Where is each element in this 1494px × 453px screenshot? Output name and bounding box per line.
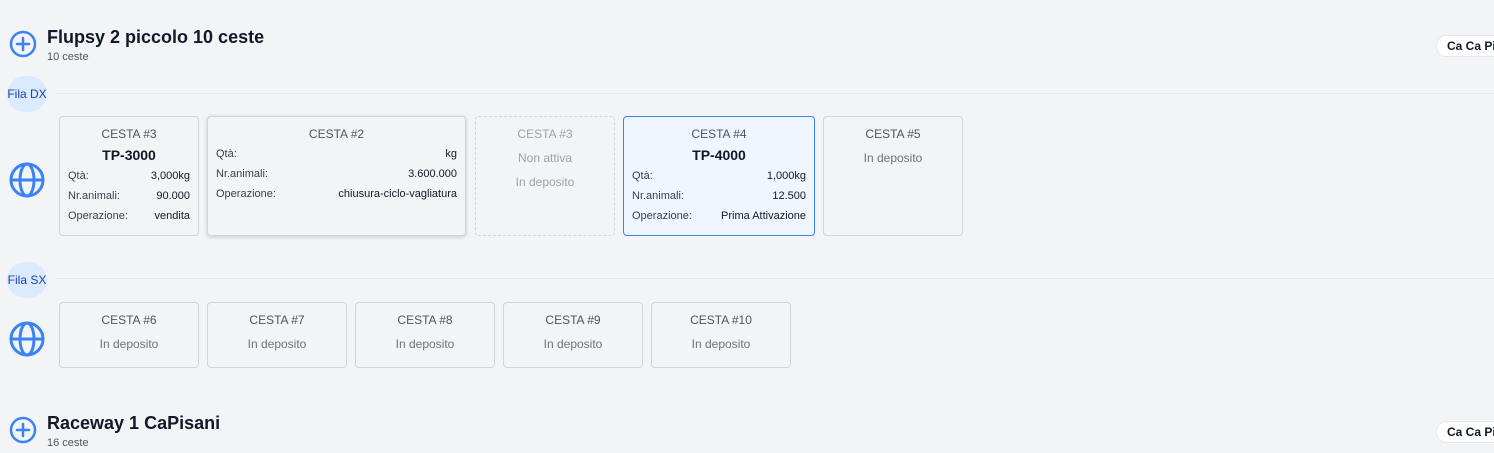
animals-label: Nr.animali: [68,190,120,202]
basket-status: In deposito [99,337,159,351]
row-divider [56,278,1494,279]
qty-value: 3,000kg [150,170,190,182]
basket-card[interactable]: CESTA #10 In deposito [651,302,791,368]
basket-status: In deposito [543,337,603,351]
animals-value: 12.500 [772,190,806,202]
basket-status: Non attiva [517,151,573,165]
basket-card[interactable]: CESTA #8 In deposito [355,302,495,368]
basket-status: In deposito [395,337,455,351]
raceway-title: Raceway 1 CaPisani [47,413,221,433]
operation-value: chiusura-ciclo-vagliatura [338,188,457,200]
animals-label: Nr.animali: [216,168,268,180]
animals-label: Nr.animali: [632,190,684,202]
basket-title: CESTA #2 [308,127,365,141]
basket-card-inactive[interactable]: CESTA #3 Non attiva In deposito [475,116,615,236]
operation-value: Prima Attivazione [721,210,806,222]
row-divider [56,93,1494,94]
plus-circle-icon[interactable] [9,416,37,444]
basket-card[interactable]: CESTA #5 In deposito [823,116,963,236]
basket-card-selected[interactable]: CESTA #4 TP-4000 Qtà: 1,000kg Nr.animali:… [623,116,815,236]
row-label-dx: Fila DX [7,76,47,112]
basket-title: CESTA #5 [865,127,921,141]
flupsy-title: Flupsy 2 piccolo 10 ceste [47,27,265,47]
basket-title: CESTA #7 [249,313,305,327]
globe-icon[interactable] [8,320,46,358]
site-badge: Ca Ca Pisani [1436,421,1494,443]
basket-code: TP-3000 [102,147,156,163]
row-label-sx: Fila SX [7,262,47,298]
qty-label: Qtà: [68,170,89,182]
basket-status: In deposito [247,337,307,351]
flupsy-basket-count: 10 ceste [47,51,89,63]
flupsy-page: Flupsy 2 piccolo 10 ceste 10 ceste Ca Ca… [0,0,1494,453]
operation-label: Operazione: [216,188,276,200]
basket-title: CESTA #10 [690,313,752,327]
plus-circle-icon[interactable] [9,30,37,58]
basket-location: In deposito [515,175,575,189]
basket-title: CESTA #4 [691,127,747,141]
basket-title: CESTA #9 [545,313,601,327]
basket-card[interactable]: CESTA #6 In deposito [59,302,199,368]
animals-value: 3.600.000 [408,168,457,180]
flupsy-group-header: Flupsy 2 piccolo 10 ceste 10 ceste Ca Ca… [0,27,1494,67]
basket-card[interactable]: CESTA #7 In deposito [207,302,347,368]
qty-value: 1,000kg [766,170,806,182]
basket-title: CESTA #3 [101,127,157,141]
basket-title: CESTA #3 [517,127,573,141]
animals-value: 90.000 [156,190,190,202]
operation-label: Operazione: [68,210,128,222]
qty-label: Qtà: [216,148,237,160]
basket-card[interactable]: CESTA #3 TP-3000 Qtà: 3,000kg Nr.animali:… [59,116,199,236]
operation-value: vendita [154,210,190,222]
basket-code: TP-4000 [692,147,746,163]
qty-value: kg [445,148,457,160]
site-badge: Ca Ca Pisani [1436,35,1494,57]
basket-card[interactable]: CESTA #2 Qtà: kg Nr.animali: 3.600.000 Ope… [207,116,466,236]
qty-label: Qtà: [632,170,653,182]
basket-title: CESTA #6 [101,313,157,327]
operation-label: Operazione: [632,210,692,222]
globe-icon[interactable] [8,161,46,199]
basket-title: CESTA #8 [397,313,453,327]
basket-status: In deposito [691,337,751,351]
basket-card[interactable]: CESTA #9 In deposito [503,302,643,368]
basket-status: In deposito [863,151,923,165]
raceway-basket-count: 16 ceste [47,437,89,449]
raceway-group-header: Raceway 1 CaPisani 16 ceste Ca Ca Pisani [0,413,1494,453]
